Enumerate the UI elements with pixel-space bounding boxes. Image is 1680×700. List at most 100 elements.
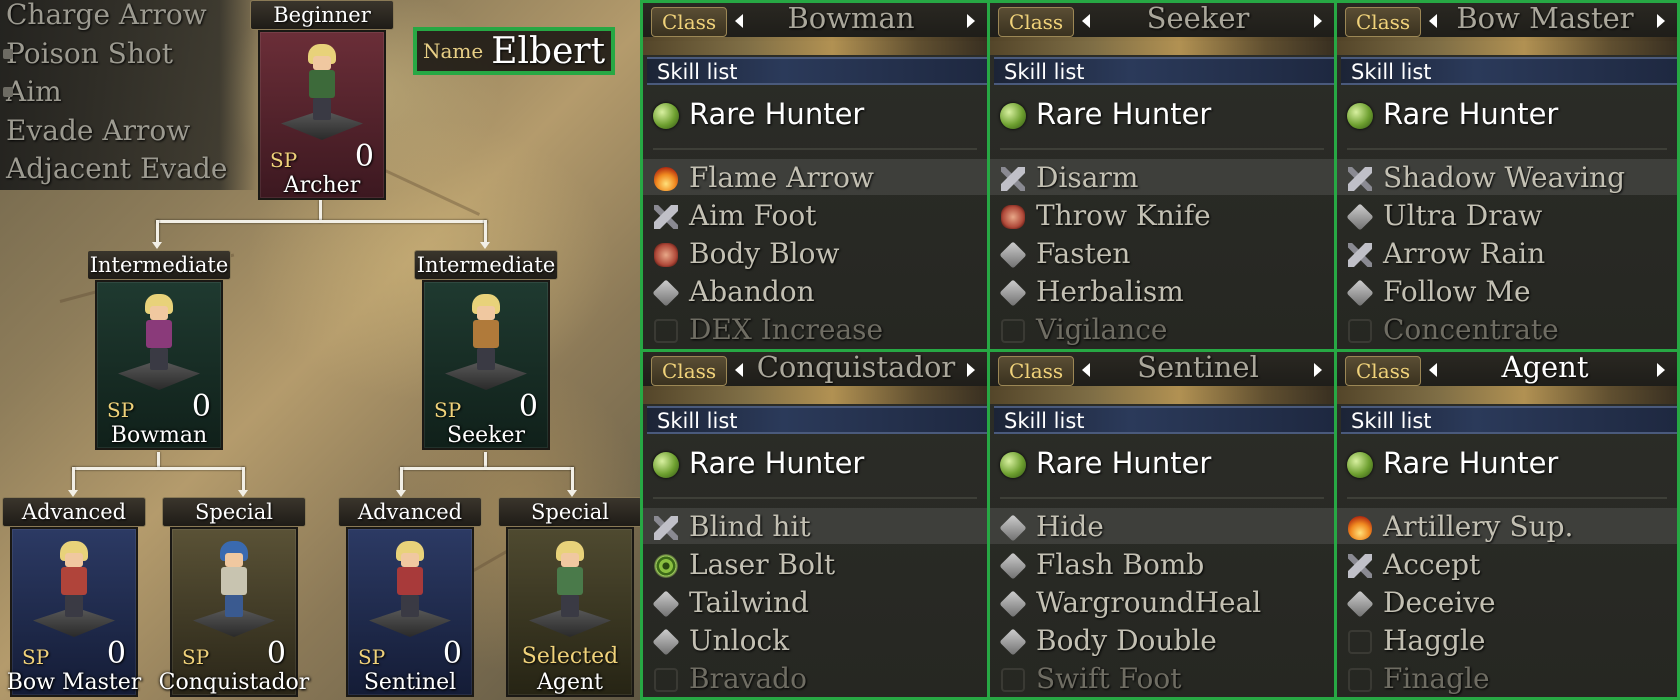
sp-value: 0 bbox=[354, 139, 374, 174]
class-name: Agent bbox=[1501, 350, 1589, 384]
card-background: SP 0 Seeker bbox=[422, 280, 550, 450]
arrow-down-icon bbox=[480, 242, 490, 249]
skill-name: Haggle bbox=[1383, 624, 1486, 657]
cube-icon bbox=[652, 279, 680, 307]
tree-connector bbox=[571, 467, 574, 491]
tier-label: Intermediate bbox=[414, 250, 558, 280]
character-sprite bbox=[466, 294, 506, 372]
skill-row[interactable]: Finagle bbox=[1337, 660, 1677, 696]
rare-skill-row[interactable]: Rare Hunter bbox=[1337, 444, 1677, 484]
arrow-right-icon[interactable] bbox=[1657, 363, 1665, 377]
skill-row[interactable]: Disarm bbox=[990, 159, 1334, 195]
class-name: Bow Master bbox=[6, 670, 142, 695]
skill-row[interactable]: Ultra Draw bbox=[1337, 197, 1677, 233]
skill-name: Flame Arrow bbox=[689, 161, 874, 194]
skill-row[interactable]: Abandon bbox=[643, 273, 987, 309]
skill-row[interactable]: DEX Increase bbox=[643, 311, 987, 347]
tree-connector bbox=[242, 467, 245, 491]
skill-row[interactable]: Concentrate bbox=[1337, 311, 1677, 347]
blank-icon bbox=[1348, 668, 1372, 692]
skill-panels: Class Bowman Skill list Rare Hunter Flame Ar… bbox=[640, 0, 1680, 700]
skill-row[interactable]: Body Blow bbox=[643, 235, 987, 271]
skill-row[interactable]: Herbalism bbox=[990, 273, 1334, 309]
skill-row[interactable]: Flash Bomb bbox=[990, 546, 1334, 582]
class-name: Conquistador bbox=[756, 350, 956, 384]
green-orb-icon bbox=[1347, 103, 1373, 129]
skill-row[interactable]: Aim Foot bbox=[643, 197, 987, 233]
arrow-left-icon[interactable] bbox=[1429, 14, 1437, 28]
sp-value: 0 bbox=[266, 636, 286, 671]
rare-skill-row[interactable]: Rare Hunter bbox=[1337, 95, 1677, 135]
skill-row[interactable]: Deceive bbox=[1337, 584, 1677, 620]
class-label: Class bbox=[651, 356, 728, 386]
class-card-bowman[interactable]: Intermediate SP 0 Bowman bbox=[87, 250, 231, 450]
class-name: Seeker bbox=[447, 423, 525, 448]
skill-name: Shadow Weaving bbox=[1383, 161, 1626, 194]
skill-row[interactable]: Arrow Rain bbox=[1337, 235, 1677, 271]
class-card-bow-master[interactable]: Advanced SP 0 Bow Master bbox=[2, 497, 146, 697]
skill-row[interactable]: Body Double bbox=[990, 622, 1334, 658]
class-card-conquistador[interactable]: Special SP 0 Conquistador bbox=[159, 497, 309, 697]
flame-icon bbox=[1348, 516, 1372, 540]
divider bbox=[1347, 497, 1667, 499]
arrow-left-icon[interactable] bbox=[1082, 14, 1090, 28]
cube-icon bbox=[999, 590, 1027, 618]
sword-icon bbox=[654, 205, 678, 229]
class-card-sentinel[interactable]: Advanced SP 0 Sentinel bbox=[338, 497, 482, 697]
learned-skill[interactable]: Adjacent Evade bbox=[6, 152, 227, 185]
skill-row[interactable]: Artillery Sup. bbox=[1337, 508, 1677, 544]
skill-row[interactable]: Laser Bolt bbox=[643, 546, 987, 582]
learned-skill[interactable]: Poison Shot bbox=[3, 37, 173, 70]
rare-skill-row[interactable]: Rare Hunter bbox=[990, 444, 1334, 484]
rare-skill-row[interactable]: Rare Hunter bbox=[990, 95, 1334, 135]
skill-row[interactable]: Follow Me bbox=[1337, 273, 1677, 309]
learned-skill[interactable]: Charge Arrow bbox=[6, 0, 207, 31]
arrow-right-icon[interactable] bbox=[1314, 363, 1322, 377]
skill-row[interactable]: Swift Foot bbox=[990, 660, 1334, 696]
class-card-agent[interactable]: Special Selected Agent bbox=[498, 497, 640, 697]
arrow-left-icon[interactable] bbox=[735, 363, 743, 377]
card-background: SP 0 Bow Master bbox=[7, 527, 141, 697]
skill-row[interactable]: Shadow Weaving bbox=[1337, 159, 1677, 195]
sword-icon bbox=[1348, 167, 1372, 191]
skill-row[interactable]: Haggle bbox=[1337, 622, 1677, 658]
character-name: Elbert bbox=[491, 30, 606, 72]
class-card-seeker[interactable]: Intermediate SP 0 Seeker bbox=[414, 250, 558, 450]
skill-name: Bravado bbox=[689, 662, 807, 695]
class-name: Sentinel bbox=[363, 670, 457, 695]
rare-skill-row[interactable]: Rare Hunter bbox=[643, 95, 987, 135]
arrow-left-icon[interactable] bbox=[1429, 363, 1437, 377]
skill-row[interactable]: Flame Arrow bbox=[643, 159, 987, 195]
tree-connector bbox=[72, 467, 245, 470]
skill-row[interactable]: Bravado bbox=[643, 660, 987, 696]
arrow-down-icon bbox=[396, 490, 406, 497]
skill-name: Throw Knife bbox=[1036, 199, 1211, 232]
class-card-archer[interactable]: Beginner SP 0 Archer bbox=[250, 0, 394, 200]
learned-skill[interactable]: Evade Arrow bbox=[6, 114, 190, 147]
skill-row[interactable]: WargroundHeal bbox=[990, 584, 1334, 620]
skill-row[interactable]: Fasten bbox=[990, 235, 1334, 271]
character-sprite bbox=[302, 44, 342, 122]
divider bbox=[1347, 148, 1667, 150]
rare-skill-name: Rare Hunter bbox=[689, 446, 865, 480]
cube-icon bbox=[652, 590, 680, 618]
skill-row[interactable]: Accept bbox=[1337, 546, 1677, 582]
skill-row[interactable]: Hide bbox=[990, 508, 1334, 544]
skill-row[interactable]: Blind hit bbox=[643, 508, 987, 544]
skill-name: Arrow Rain bbox=[1383, 237, 1546, 270]
learned-skill[interactable]: Aim bbox=[3, 75, 62, 108]
skill-name: Swift Foot bbox=[1036, 662, 1182, 695]
skill-row[interactable]: Tailwind bbox=[643, 584, 987, 620]
blank-icon bbox=[1348, 630, 1372, 654]
arrow-right-icon[interactable] bbox=[1314, 14, 1322, 28]
arrow-left-icon[interactable] bbox=[1082, 363, 1090, 377]
arrow-right-icon[interactable] bbox=[967, 14, 975, 28]
rare-skill-row[interactable]: Rare Hunter bbox=[643, 444, 987, 484]
skill-row[interactable]: Vigilance bbox=[990, 311, 1334, 347]
skill-name: DEX Increase bbox=[689, 313, 884, 346]
arrow-right-icon[interactable] bbox=[1657, 14, 1665, 28]
skill-row[interactable]: Unlock bbox=[643, 622, 987, 658]
skill-row[interactable]: Throw Knife bbox=[990, 197, 1334, 233]
arrow-left-icon[interactable] bbox=[735, 14, 743, 28]
arrow-right-icon[interactable] bbox=[967, 363, 975, 377]
